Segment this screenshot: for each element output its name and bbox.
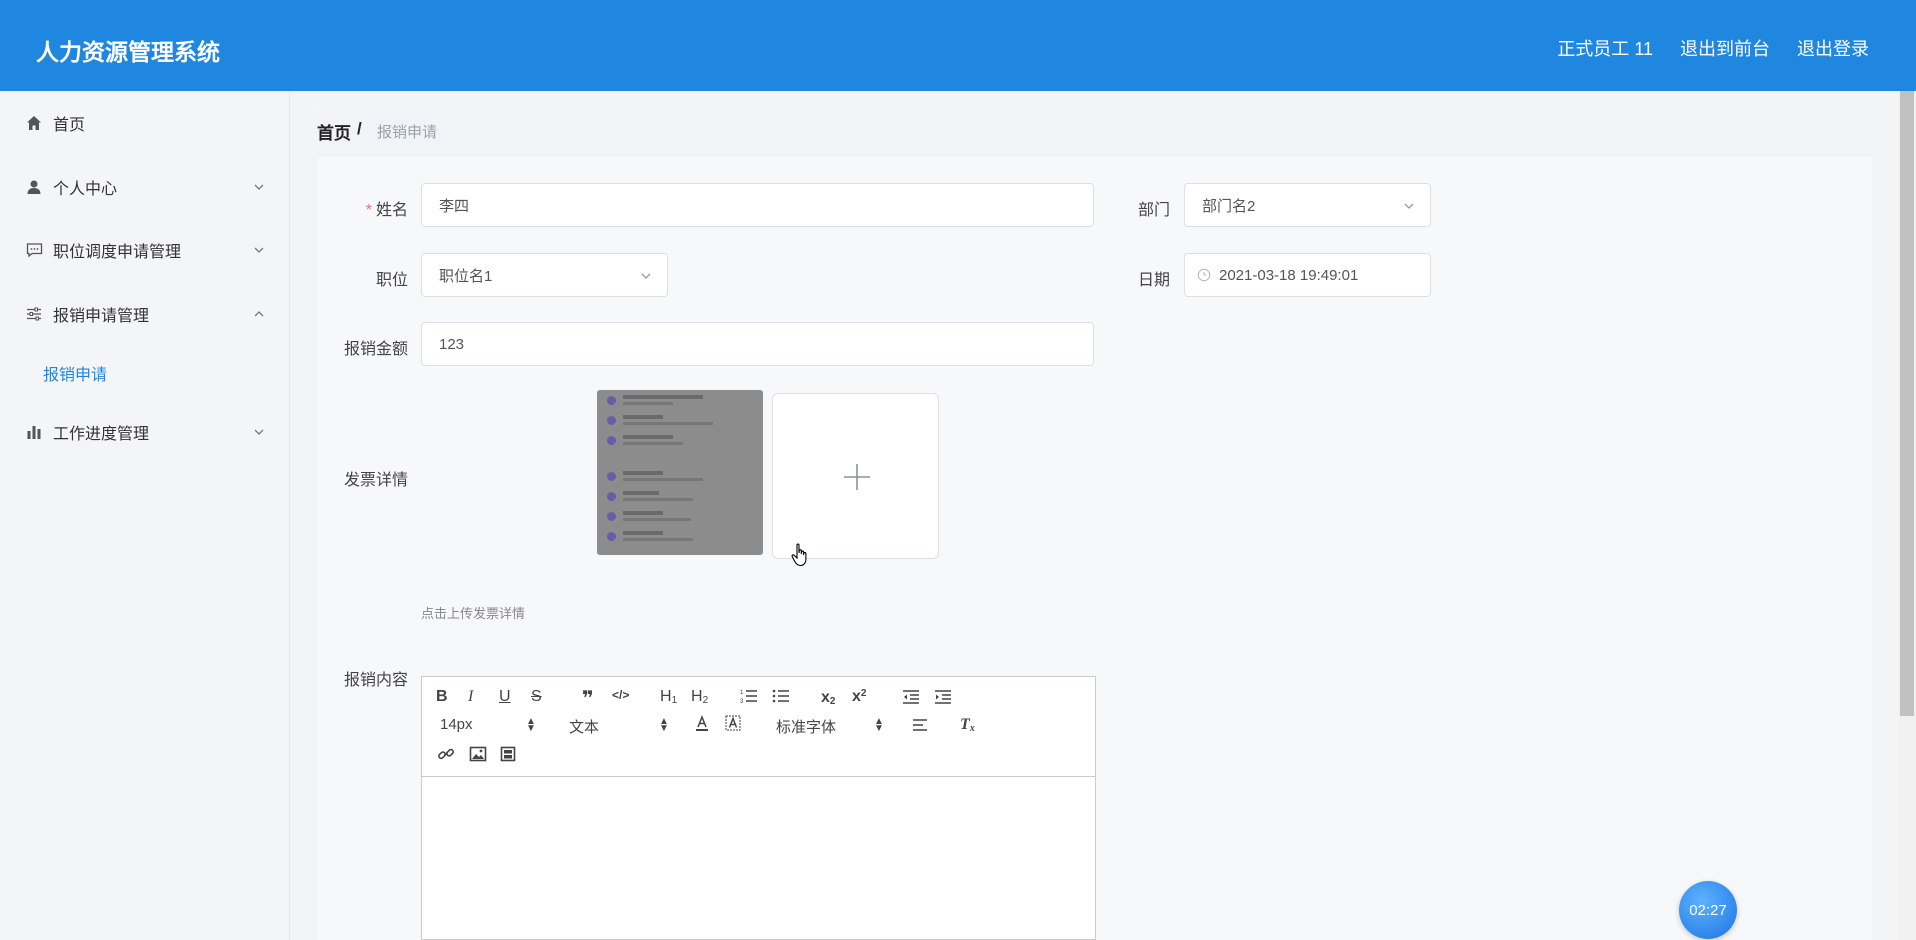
subscript-button[interactable]: x2 bbox=[821, 688, 835, 708]
position-select[interactable]: 职位名1 bbox=[421, 253, 668, 297]
chevron-down-icon bbox=[639, 269, 653, 283]
chevron-down-icon bbox=[1402, 199, 1416, 213]
plus-icon bbox=[844, 464, 870, 490]
indent-icon[interactable] bbox=[934, 689, 952, 705]
font-size-select[interactable]: 14px ▲ ▼ bbox=[440, 716, 536, 734]
name-input[interactable]: 李四 bbox=[421, 183, 1094, 227]
page-scrollbar[interactable] bbox=[1898, 91, 1916, 940]
app-title: 人力资源管理系统 bbox=[36, 39, 220, 65]
invoice-thumbnail[interactable] bbox=[597, 390, 763, 555]
text-color-icon[interactable] bbox=[694, 715, 710, 733]
user-icon bbox=[25, 178, 43, 196]
svg-text:3: 3 bbox=[740, 699, 744, 704]
dept-select[interactable]: 部门名2 bbox=[1184, 183, 1431, 227]
sidebar-subitem-reimbursement-apply[interactable]: 报销申请 bbox=[43, 361, 107, 385]
header-2-button[interactable]: H2 bbox=[691, 688, 708, 706]
breadcrumb-current: 报销申请 bbox=[377, 124, 438, 141]
ordered-list-icon[interactable]: 13 bbox=[740, 688, 758, 704]
sidebar-item-label: 职位调度申请管理 bbox=[53, 244, 182, 261]
breadcrumb: 首页 / 报销申请 bbox=[317, 107, 1872, 157]
chevron-down-icon bbox=[252, 180, 266, 194]
scrollbar-thumb[interactable] bbox=[1900, 91, 1914, 716]
strikethrough-button[interactable]: S bbox=[531, 688, 542, 706]
svg-text:1: 1 bbox=[740, 690, 744, 696]
date-picker[interactable]: 2021-03-18 19:49:01 bbox=[1184, 253, 1431, 297]
sidebar-item-label: 工作进度管理 bbox=[53, 426, 150, 443]
front-end-link[interactable]: 退出到前台 bbox=[1680, 35, 1770, 61]
upload-button[interactable] bbox=[772, 393, 939, 559]
dept-label: 部门 bbox=[1137, 202, 1170, 219]
align-left-icon[interactable] bbox=[912, 717, 930, 733]
sidebar-item-reimbursement[interactable]: 报销申请管理 bbox=[0, 294, 290, 334]
underline-button[interactable]: U bbox=[499, 688, 511, 706]
font-family-select[interactable]: 标准字体 ▲ ▼ bbox=[776, 716, 886, 737]
logout-link[interactable]: 退出登录 bbox=[1797, 35, 1869, 61]
invoice-label: 发票详情 bbox=[343, 472, 408, 489]
clock-icon bbox=[1197, 268, 1211, 282]
sidebar-item-personal[interactable]: 个人中心 bbox=[0, 167, 290, 207]
bold-button[interactable]: B bbox=[436, 688, 448, 706]
background-color-icon[interactable] bbox=[725, 715, 741, 733]
outdent-icon[interactable] bbox=[902, 689, 920, 705]
message-icon bbox=[25, 241, 43, 259]
code-block-icon[interactable]: </> bbox=[612, 688, 629, 702]
chevron-up-icon bbox=[252, 307, 266, 321]
chevron-down-icon bbox=[252, 425, 266, 439]
name-label: * 姓名 bbox=[365, 202, 408, 219]
sliders-icon bbox=[25, 305, 43, 323]
breadcrumb-home[interactable]: 首页 bbox=[317, 119, 351, 144]
upload-tip: 点击上传发票详情 bbox=[421, 606, 526, 621]
sidebar-item-home[interactable]: 首页 bbox=[0, 103, 290, 143]
superscript-button[interactable]: x2 bbox=[852, 688, 866, 706]
hand-cursor-icon bbox=[791, 543, 807, 567]
image-icon[interactable] bbox=[469, 746, 487, 762]
sidebar-item-label: 报销申请管理 bbox=[53, 308, 150, 325]
required-mark: * bbox=[365, 202, 372, 219]
bullet-list-icon[interactable] bbox=[772, 688, 790, 704]
editor-toolbar: B I U S ❞ </> H1 H2 13 x2 x2 14px ▲ ▼ 文本 … bbox=[422, 677, 1095, 777]
header-actions: 正式员工 11 退出到前台 退出登录 bbox=[1557, 35, 1869, 61]
breadcrumb-separator: / bbox=[357, 119, 362, 138]
amount-label: 报销金额 bbox=[343, 341, 408, 358]
sidebar: 首页 个人中心 职位调度申请管理 报销申请管理 报销申请 工作进度管理 bbox=[0, 91, 290, 940]
chevron-down-icon bbox=[252, 243, 266, 257]
header-1-button[interactable]: H1 bbox=[660, 688, 677, 706]
blockquote-icon[interactable]: ❞ bbox=[582, 686, 594, 711]
editor-content-area[interactable] bbox=[422, 778, 1095, 940]
date-label: 日期 bbox=[1137, 272, 1170, 289]
sidebar-item-progress[interactable]: 工作进度管理 bbox=[0, 412, 290, 452]
position-label: 职位 bbox=[375, 272, 408, 289]
block-type-select[interactable]: 文本 ▲ ▼ bbox=[569, 716, 669, 737]
sidebar-item-label: 个人中心 bbox=[53, 181, 118, 198]
amount-input[interactable]: 123 bbox=[421, 322, 1094, 366]
link-icon[interactable] bbox=[437, 745, 455, 763]
sidebar-item-label: 首页 bbox=[53, 117, 86, 134]
sidebar-item-transfer[interactable]: 职位调度申请管理 bbox=[0, 230, 290, 270]
video-icon[interactable] bbox=[500, 746, 516, 762]
timer-badge: 02:27 bbox=[1679, 881, 1737, 939]
top-header: 人力资源管理系统 正式员工 11 退出到前台 退出登录 bbox=[0, 0, 1916, 91]
bar-chart-icon bbox=[25, 423, 43, 441]
italic-button[interactable]: I bbox=[468, 688, 473, 706]
content-label: 报销内容 bbox=[343, 672, 408, 689]
home-icon bbox=[25, 114, 43, 132]
clear-format-button[interactable]: Tx bbox=[960, 715, 975, 735]
current-user-label[interactable]: 正式员工 11 bbox=[1557, 35, 1653, 61]
rich-text-editor: B I U S ❞ </> H1 H2 13 x2 x2 14px ▲ ▼ 文本 … bbox=[421, 676, 1096, 940]
